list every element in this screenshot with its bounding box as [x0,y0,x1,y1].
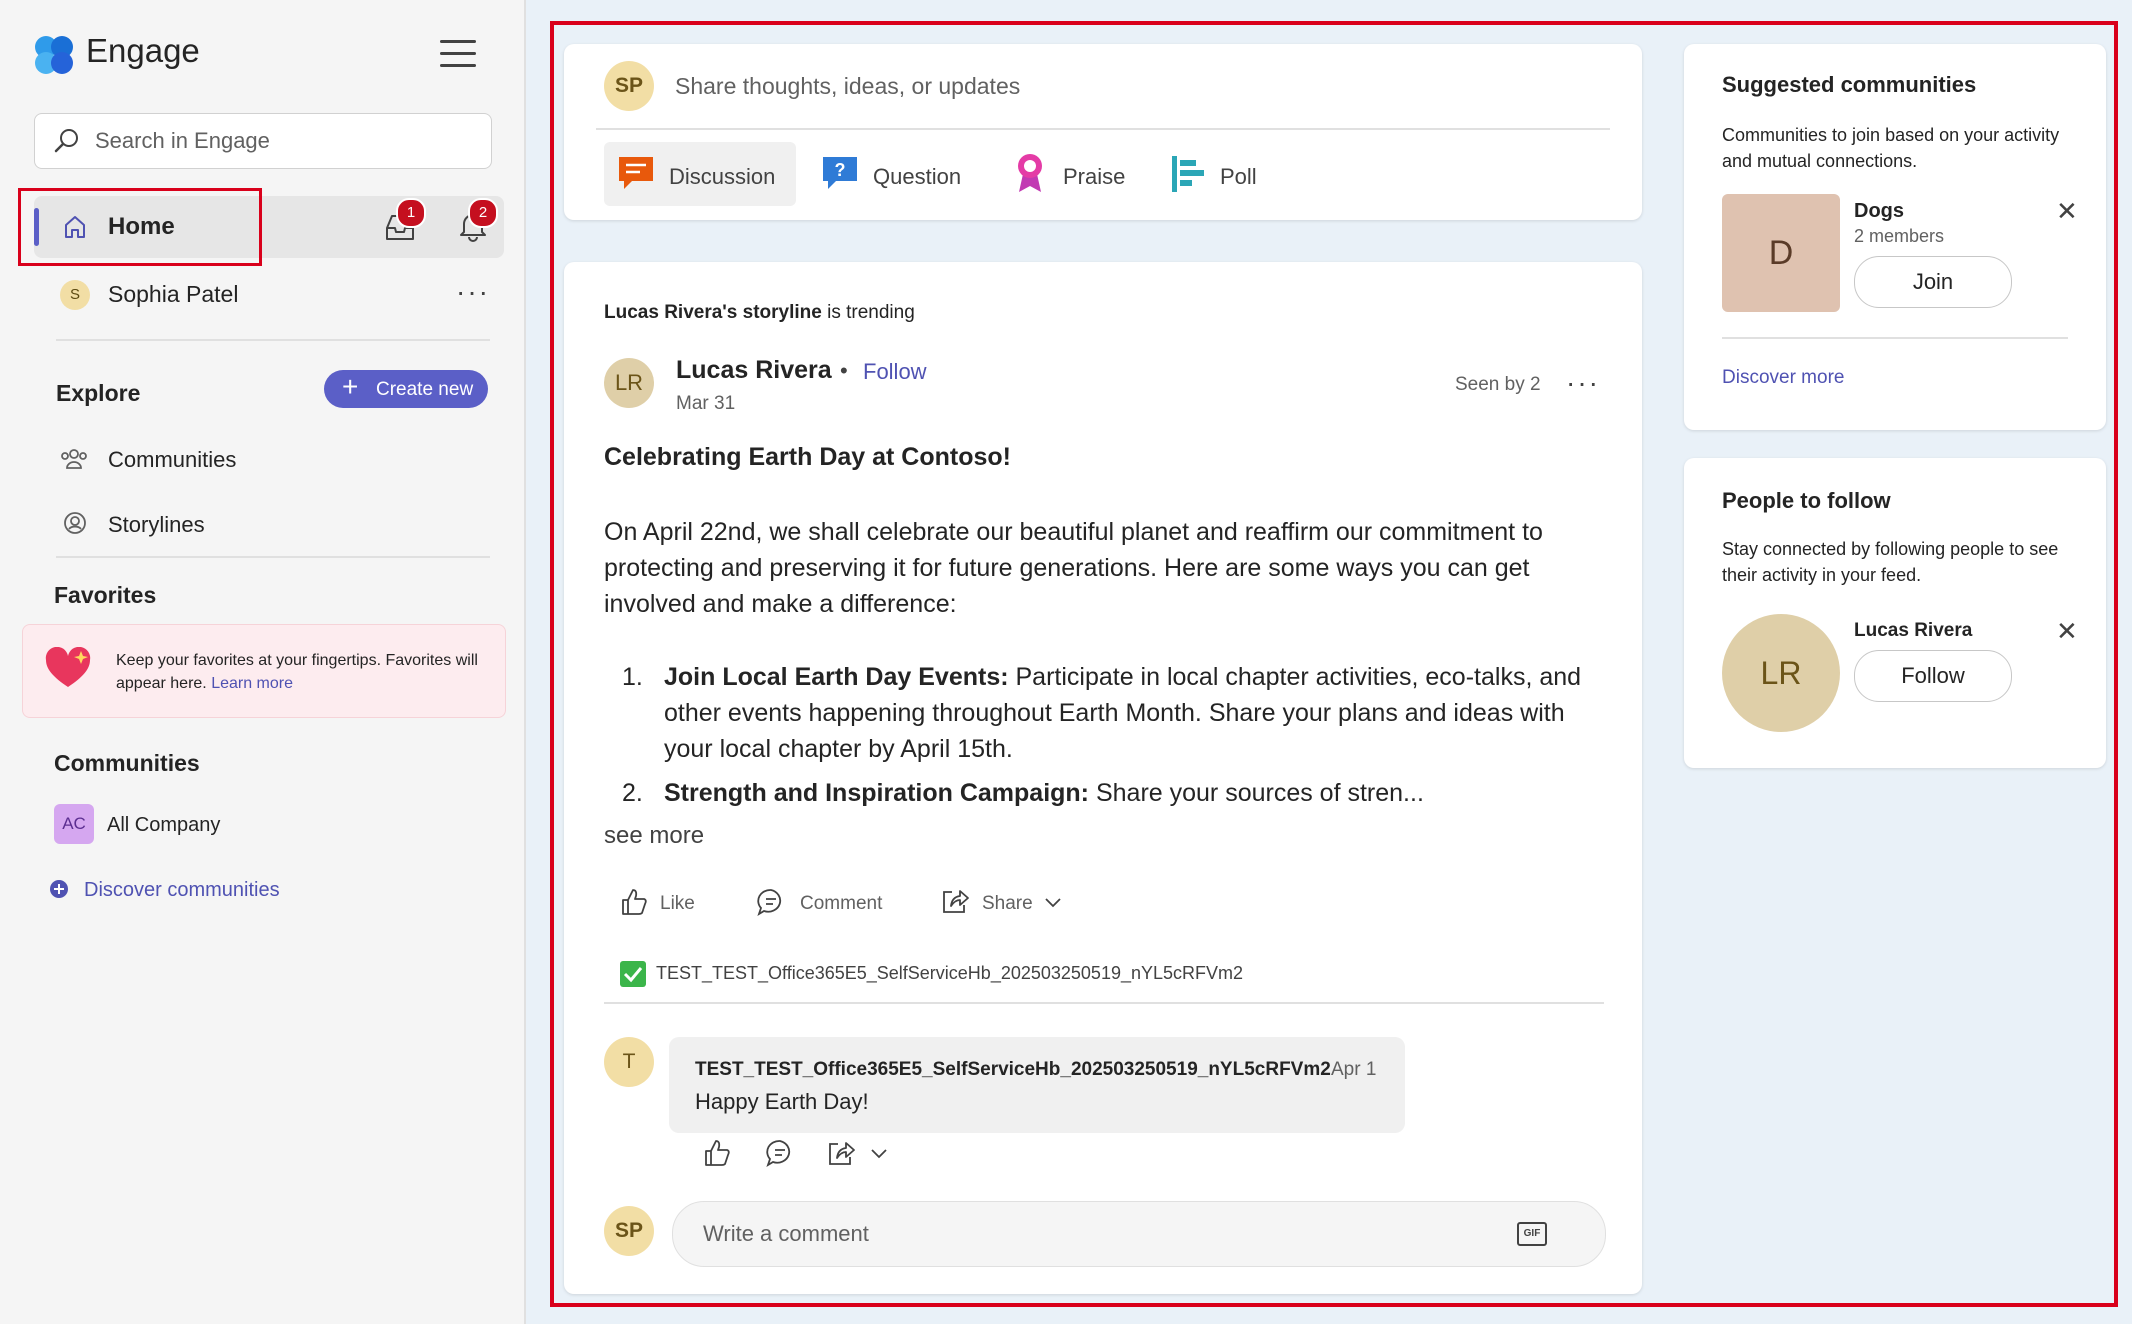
learn-more-link[interactable]: Learn more [211,675,293,692]
engage-logo-icon [33,34,75,76]
main-highlight-box [550,21,2118,1307]
communities-icon [61,449,87,469]
avatar: S [60,280,90,310]
communities-heading: Communities [54,750,200,776]
add-circle-icon [50,880,68,898]
divider [56,339,490,341]
home-highlight-box [18,188,262,266]
app-title: Engage [86,32,200,69]
search-placeholder: Search in Engage [95,128,270,153]
sidebar-item-storylines[interactable]: Storylines [108,512,205,538]
notifications-badge: 2 [468,198,498,228]
favorites-description: Keep your favorites at your fingertips. … [116,649,486,695]
sidebar-item-communities[interactable]: Communities [108,447,236,473]
user-more-button[interactable]: ··· [456,276,490,308]
sidebar-item-all-company[interactable]: All Company [107,814,220,837]
favorites-card: Keep your favorites at your fingertips. … [22,624,506,718]
search-icon [54,129,78,153]
explore-heading: Explore [56,380,141,406]
search-input[interactable]: Search in Engage [34,113,492,169]
divider [56,556,490,558]
plus-icon: + [342,371,359,402]
community-avatar: AC [54,804,94,844]
sidebar: Engage Search in Engage Home 1 2 S Sophi… [0,0,526,1324]
menu-icon[interactable] [440,40,476,70]
storylines-icon [64,512,86,534]
inbox-badge: 1 [396,198,426,228]
favorites-text: Keep your favorites at your fingertips. … [116,652,478,692]
discover-communities-link[interactable]: Discover communities [84,879,280,902]
create-new-button[interactable]: + Create new [324,370,488,408]
favorites-heading: Favorites [54,582,157,608]
create-new-label: Create new [376,379,474,400]
heart-icon [45,647,91,687]
sidebar-item-user[interactable]: Sophia Patel [108,281,238,308]
